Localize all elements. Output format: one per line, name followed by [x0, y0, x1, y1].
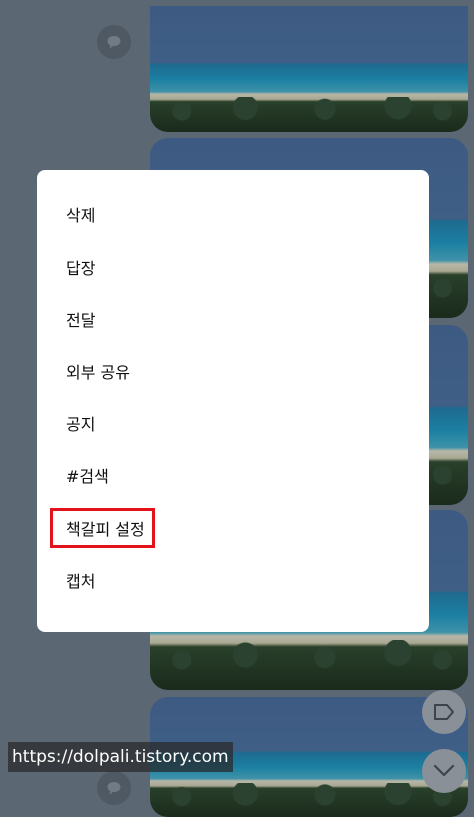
- tag-icon: [434, 704, 454, 720]
- menu-item-hashtag-search[interactable]: #검색: [66, 455, 109, 495]
- menu-item-label: 외부 공유: [66, 363, 130, 382]
- menu-item-delete[interactable]: 삭제: [66, 194, 95, 234]
- menu-item-external-share[interactable]: 외부 공유: [66, 351, 130, 391]
- menu-item-label: 전달: [66, 311, 96, 330]
- comment-button[interactable]: [97, 771, 131, 805]
- watermark: https://dolpali.tistory.com: [8, 742, 233, 772]
- comment-icon: [107, 36, 121, 49]
- menu-item-label: 답장: [66, 259, 96, 278]
- chevron-down-icon: [433, 764, 455, 777]
- tag-button[interactable]: [422, 690, 466, 734]
- menu-item-forward[interactable]: 전달: [66, 299, 95, 339]
- highlight-annotation-box: [50, 508, 155, 548]
- comment-button[interactable]: [97, 25, 131, 59]
- menu-item-reply[interactable]: 답장: [66, 247, 95, 287]
- menu-item-capture[interactable]: 캡처: [66, 560, 95, 600]
- scroll-down-button[interactable]: [422, 749, 466, 793]
- menu-item-label: 삭제: [66, 206, 96, 225]
- message-context-menu: 삭제 답장 전달 외부 공유 공지 #검색 책갈피 설정 캡처: [37, 170, 429, 632]
- menu-item-label: 캡처: [66, 572, 96, 591]
- menu-item-label: 공지: [66, 415, 96, 434]
- menu-item-label: #검색: [66, 467, 109, 486]
- menu-item-notice[interactable]: 공지: [66, 403, 95, 443]
- photo-message[interactable]: [150, 6, 468, 132]
- comment-icon: [107, 782, 121, 795]
